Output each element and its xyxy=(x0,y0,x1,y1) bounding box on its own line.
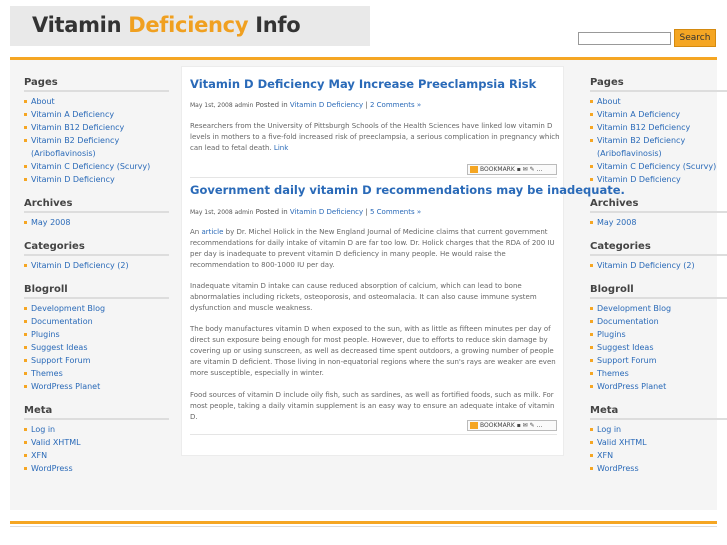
archives-heading: Archives xyxy=(590,198,727,213)
page-link[interactable]: Vitamin B12 Deficiency xyxy=(31,123,124,132)
blogroll-link[interactable]: Development Blog xyxy=(597,304,671,313)
blogroll-link[interactable]: Themes xyxy=(597,369,629,378)
page-link[interactable]: Vitamin D Deficiency xyxy=(31,175,115,184)
meta-link[interactable]: XFN xyxy=(31,451,47,460)
archives-list: May 2008 xyxy=(590,216,727,229)
search-button[interactable]: Search xyxy=(674,29,716,47)
page-link[interactable]: Vitamin B2 Deficiency (Ariboflavinosis) xyxy=(597,136,685,158)
meta-link[interactable]: XFN xyxy=(597,451,613,460)
post-source-link[interactable]: Link xyxy=(274,144,288,152)
post-paragraph: An article by Dr. Michel Holick in the N… xyxy=(190,228,555,269)
blogroll-heading: Blogroll xyxy=(590,284,727,299)
blogroll-heading: Blogroll xyxy=(24,284,169,299)
blogroll-link[interactable]: Support Forum xyxy=(31,356,91,365)
meta-heading: Meta xyxy=(24,405,169,420)
post-separator xyxy=(190,177,557,178)
categories-list: Vitamin D Deficiency (2) xyxy=(24,259,169,272)
blogroll-link[interactable]: Plugins xyxy=(31,330,60,339)
blogroll-link[interactable]: Documentation xyxy=(597,317,659,326)
pages-list: About Vitamin A Deficiency Vitamin B12 D… xyxy=(590,95,727,186)
blogroll-link[interactable]: WordPress Planet xyxy=(31,382,100,391)
meta-list: Log in Valid XHTML XFN WordPress xyxy=(590,423,727,475)
page-link[interactable]: Vitamin B2 Deficiency (Ariboflavinosis) xyxy=(31,136,119,158)
meta-link[interactable]: Log in xyxy=(597,425,621,434)
footer-divider xyxy=(10,521,717,524)
meta-link[interactable]: WordPress xyxy=(31,464,73,473)
search-input[interactable] xyxy=(578,32,671,45)
footer-divider-thin xyxy=(10,526,717,527)
site-title: Vitamin Deficiency Info xyxy=(32,13,301,37)
archive-link[interactable]: May 2008 xyxy=(31,218,70,227)
post-comments-link[interactable]: 2 Comments » xyxy=(370,101,421,109)
site-logo[interactable]: Vitamin Deficiency Info xyxy=(10,6,370,46)
categories-list: Vitamin D Deficiency (2) xyxy=(590,259,727,272)
article-link[interactable]: article xyxy=(201,228,223,236)
blogroll-link[interactable]: Development Blog xyxy=(31,304,105,313)
blogroll-list: Development Blog Documentation Plugins S… xyxy=(24,302,169,393)
main-content: Vitamin D Deficiency May Increase Preecl… xyxy=(181,66,625,456)
post-date: May 1st, 2008 admin xyxy=(190,209,254,216)
blogroll-link[interactable]: Documentation xyxy=(31,317,93,326)
pages-list: About Vitamin A Deficiency Vitamin B12 D… xyxy=(24,95,169,186)
page-link[interactable]: Vitamin C Deficiency (Scurvy) xyxy=(597,162,716,171)
meta-link[interactable]: WordPress xyxy=(597,464,639,473)
blogroll-link[interactable]: Plugins xyxy=(597,330,626,339)
blogroll-link[interactable]: Themes xyxy=(31,369,63,378)
post-separator xyxy=(190,434,557,435)
pages-heading: Pages xyxy=(590,77,727,92)
archive-link[interactable]: May 2008 xyxy=(597,218,636,227)
bookmark-button[interactable]: BOOKMARK ▪ ✉ ✎ … xyxy=(467,420,557,431)
bookmark-button[interactable]: BOOKMARK ▪ ✉ ✎ … xyxy=(467,164,557,175)
post-paragraph: Inadequate vitamin D intake can cause re… xyxy=(190,282,537,312)
archives-heading: Archives xyxy=(24,198,169,213)
category-link[interactable]: Vitamin D Deficiency (2) xyxy=(31,261,129,270)
bookmark-icon xyxy=(470,166,478,173)
meta-link[interactable]: Valid XHTML xyxy=(597,438,647,447)
meta-link[interactable]: Valid XHTML xyxy=(31,438,81,447)
blogroll-link[interactable]: WordPress Planet xyxy=(597,382,666,391)
post-body: Researchers from the University of Pitts… xyxy=(190,122,560,152)
categories-heading: Categories xyxy=(24,241,169,256)
post-title-link[interactable]: Vitamin D Deficiency May Increase Preecl… xyxy=(190,77,536,91)
left-sidebar: Pages About Vitamin A Deficiency Vitamin… xyxy=(24,77,169,487)
meta-link[interactable]: Log in xyxy=(31,425,55,434)
post-comments-link[interactable]: 5 Comments » xyxy=(370,208,421,216)
blogroll-list: Development Blog Documentation Plugins S… xyxy=(590,302,727,393)
blogroll-link[interactable]: Support Forum xyxy=(597,356,657,365)
bookmark-icon xyxy=(470,422,478,429)
post-title-link[interactable]: Government daily vitamin D recommendatio… xyxy=(190,183,625,197)
blogroll-link[interactable]: Suggest Ideas xyxy=(597,343,654,352)
post-category-link[interactable]: Vitamin D Deficiency xyxy=(290,208,363,216)
category-link[interactable]: Vitamin D Deficiency (2) xyxy=(597,261,695,270)
blogroll-link[interactable]: Suggest Ideas xyxy=(31,343,88,352)
post-paragraph: Food sources of vitamin D include oily f… xyxy=(190,391,555,421)
pages-heading: Pages xyxy=(24,77,169,92)
post-category-link[interactable]: Vitamin D Deficiency xyxy=(290,101,363,109)
page-link[interactable]: Vitamin B12 Deficiency xyxy=(597,123,690,132)
post-date: May 1st, 2008 admin xyxy=(190,102,254,109)
post-meta: May 1st, 2008 admin Posted in Vitamin D … xyxy=(190,101,422,109)
meta-list: Log in Valid XHTML XFN WordPress xyxy=(24,423,169,475)
page-link[interactable]: About xyxy=(31,97,55,106)
archives-list: May 2008 xyxy=(24,216,169,229)
page-link[interactable]: Vitamin A Deficiency xyxy=(597,110,680,119)
right-sidebar: Pages About Vitamin A Deficiency Vitamin… xyxy=(590,77,727,487)
page-link[interactable]: Vitamin A Deficiency xyxy=(31,110,114,119)
page-link[interactable]: Vitamin C Deficiency (Scurvy) xyxy=(31,162,150,171)
post-paragraph: The body manufactures vitamin D when exp… xyxy=(190,325,556,377)
post-meta: May 1st, 2008 admin Posted in Vitamin D … xyxy=(190,208,422,216)
categories-heading: Categories xyxy=(590,241,727,256)
meta-heading: Meta xyxy=(590,405,727,420)
page-link[interactable]: About xyxy=(597,97,621,106)
